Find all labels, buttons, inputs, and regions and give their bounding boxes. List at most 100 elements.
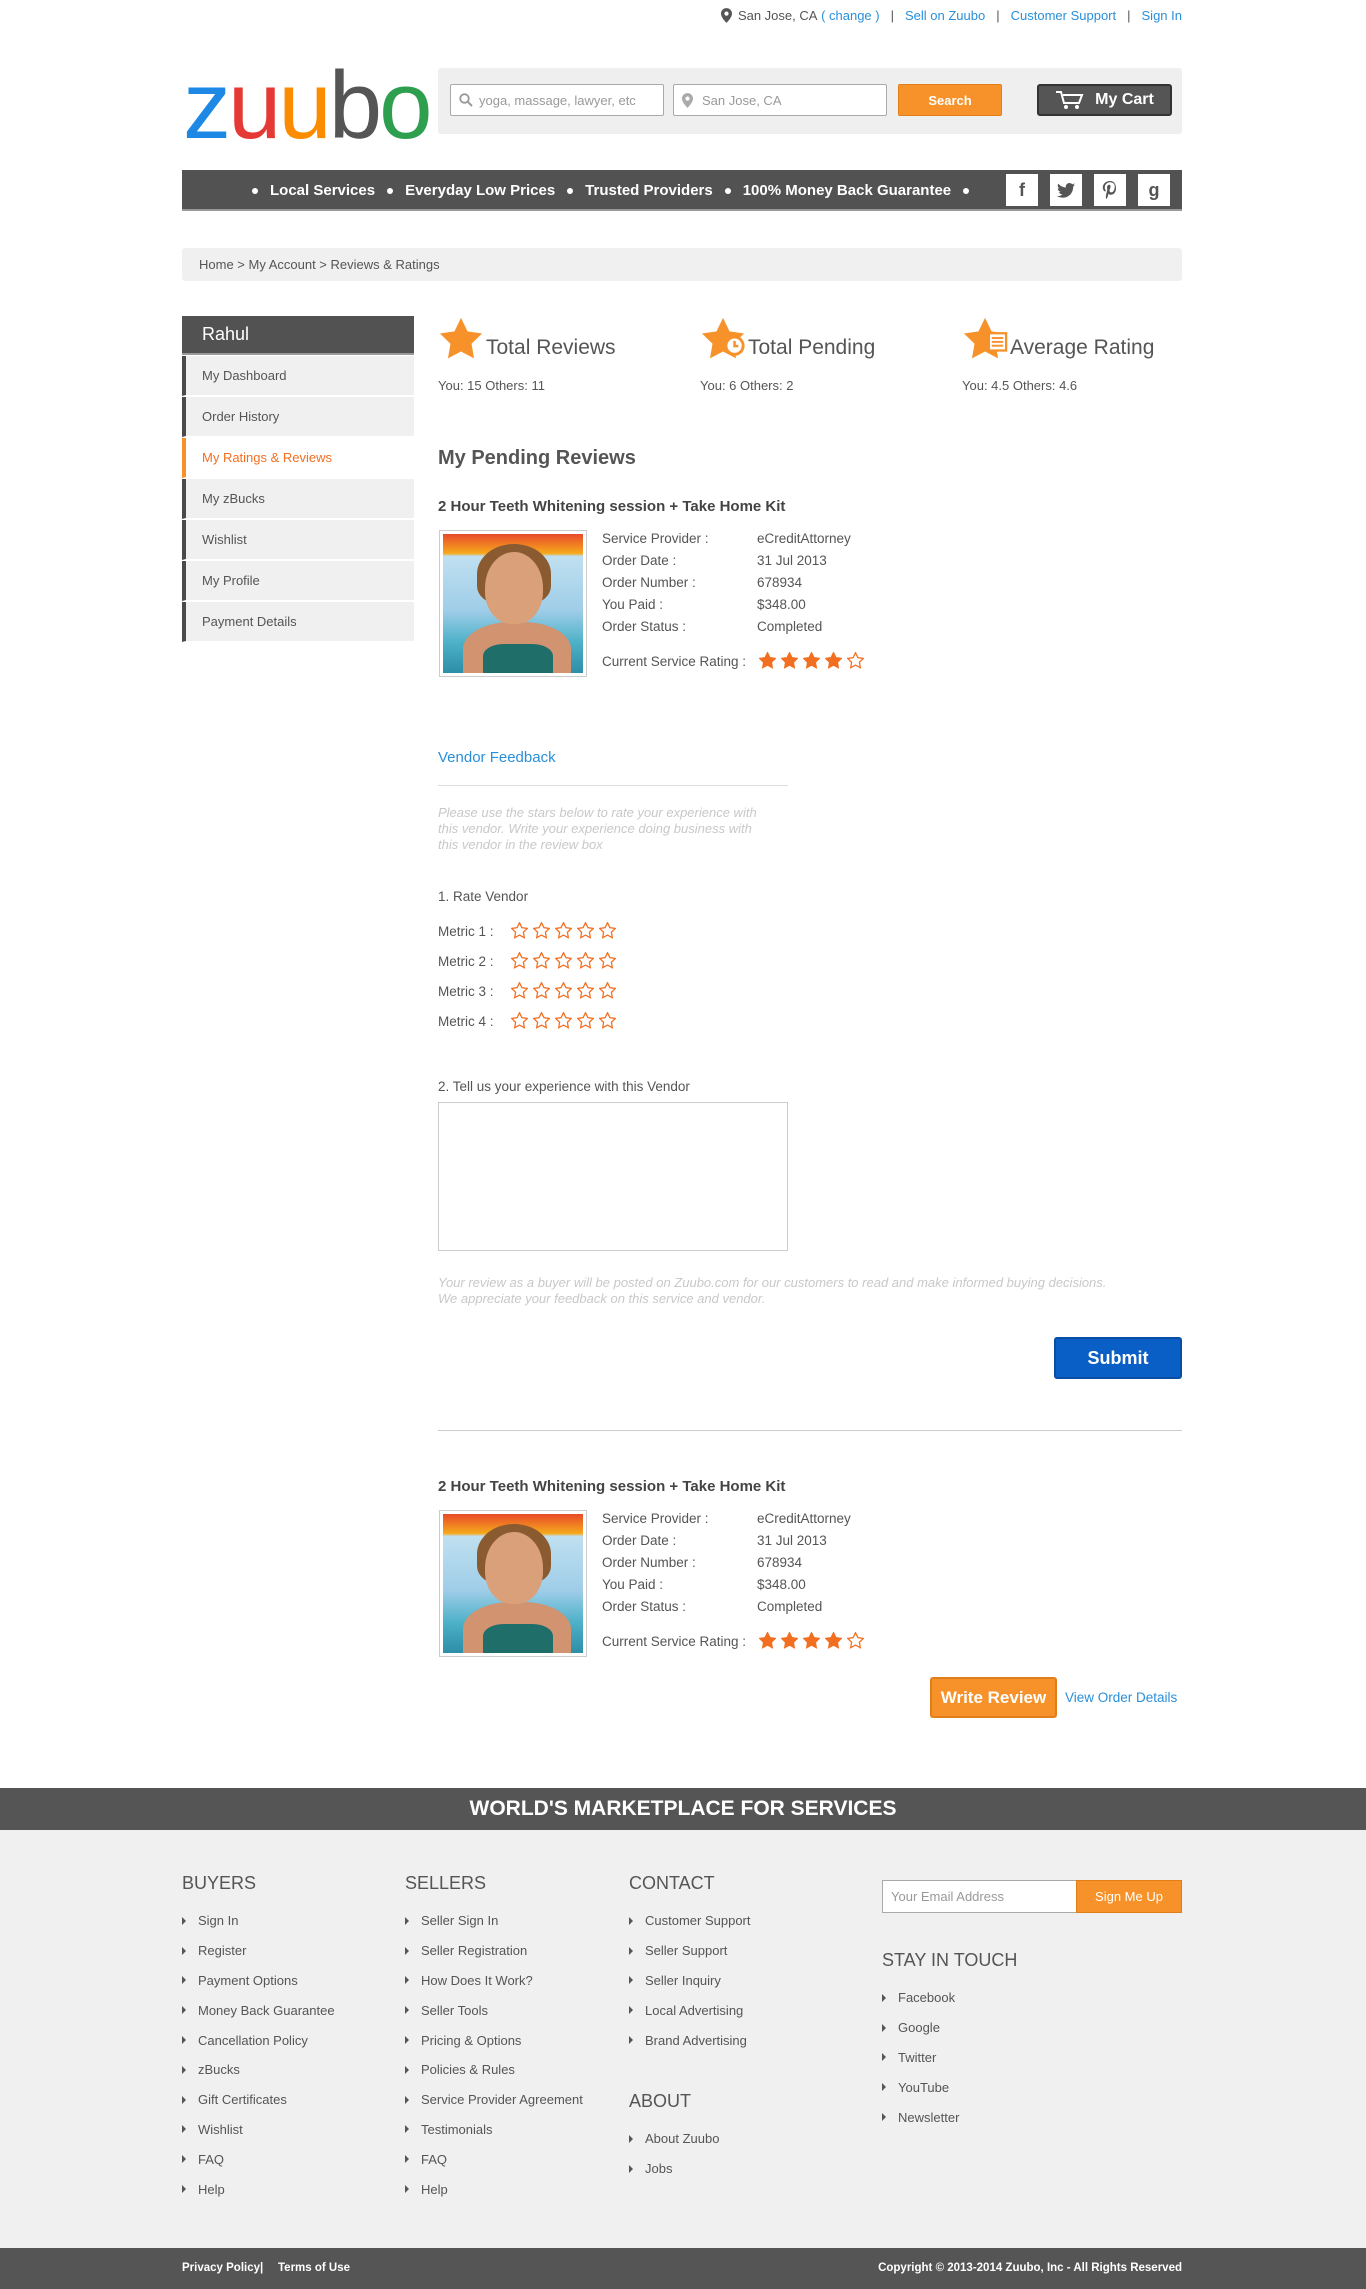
my-cart-button[interactable]: My Cart <box>1037 84 1172 116</box>
star-empty-icon <box>555 922 572 939</box>
order-title[interactable]: 2 Hour Teeth Whitening session + Take Ho… <box>438 498 785 515</box>
footer-link[interactable]: Payment Options <box>182 1966 335 1996</box>
sidebar-item-zbucks[interactable]: My zBucks <box>182 479 414 519</box>
sidebar-item-payment-details[interactable]: Payment Details <box>182 602 414 642</box>
metric-3-rating[interactable] <box>511 982 616 999</box>
twitter-icon[interactable] <box>1050 174 1082 206</box>
location-input[interactable]: San Jose, CA <box>673 84 887 116</box>
you-paid-label: You Paid : <box>602 597 664 612</box>
footer-link[interactable]: Policies & Rules <box>405 2055 583 2085</box>
total-pending-detail: You: 6 Others: 2 <box>700 378 794 393</box>
footer-link[interactable]: Seller Tools <box>405 1995 583 2025</box>
facebook-icon[interactable]: f <box>1006 174 1038 206</box>
footer-link[interactable]: Twitter <box>882 2043 1017 2073</box>
order-number-label: Order Number : <box>602 575 696 590</box>
nav-money-back-guarantee[interactable]: 100% Money Back Guarantee <box>743 182 951 199</box>
footer-link[interactable]: zBucks <box>182 2055 335 2085</box>
sidebar-item-wishlist[interactable]: Wishlist <box>182 520 414 560</box>
footer-link[interactable]: YouTube <box>882 2072 1017 2102</box>
order-title[interactable]: 2 Hour Teeth Whitening session + Take Ho… <box>438 1478 785 1495</box>
footer-about-title: ABOUT <box>629 2090 692 2111</box>
view-order-details-link[interactable]: View Order Details <box>1065 1690 1177 1705</box>
footer-link[interactable]: About Zuubo <box>629 2124 751 2154</box>
metric-4-rating[interactable] <box>511 1012 616 1029</box>
footer-link[interactable]: Jobs <box>629 2154 751 2184</box>
sidebar-item-ratings-reviews[interactable]: My Ratings & Reviews <box>182 438 414 478</box>
privacy-policy-link[interactable]: Privacy Policy <box>182 2262 260 2274</box>
star-empty-icon <box>847 1632 864 1649</box>
footer-link[interactable]: Google <box>882 2013 1017 2043</box>
my-cart-label: My Cart <box>1095 91 1154 108</box>
footer-link[interactable]: Money Back Guarantee <box>182 1995 335 2025</box>
nav-local-services[interactable]: Local Services <box>270 182 375 199</box>
zuubo-logo[interactable]: zuubo <box>183 58 433 154</box>
sell-on-zuubo-link[interactable]: Sell on Zuubo <box>905 8 985 23</box>
submit-button[interactable]: Submit <box>1054 1337 1182 1379</box>
star-filled-icon <box>781 652 798 669</box>
footer-link[interactable]: Seller Sign In <box>405 1906 583 1936</box>
footer-link[interactable]: How Does It Work? <box>405 1966 583 1996</box>
terms-of-use-link[interactable]: Terms of Use <box>278 2262 350 2274</box>
disclaimer-line: Your review as a buyer will be posted on… <box>438 1275 1107 1290</box>
divider <box>438 1430 1182 1431</box>
bullet-icon <box>724 187 731 194</box>
footer-link[interactable]: Help <box>182 2174 335 2204</box>
footer-link[interactable]: FAQ <box>405 2144 583 2174</box>
footer-link[interactable]: Wishlist <box>182 2115 335 2145</box>
footer-link[interactable]: Seller Inquiry <box>629 1966 751 1996</box>
star-empty-icon <box>555 982 572 999</box>
footer-link[interactable]: Newsletter <box>882 2102 1017 2132</box>
sidebar-item-profile[interactable]: My Profile <box>182 561 414 601</box>
order-status-label: Order Status : <box>602 619 687 634</box>
search-input[interactable]: yoga, massage, lawyer, etc <box>450 84 664 116</box>
footer-link[interactable]: Service Provider Agreement <box>405 2085 583 2115</box>
footer-link[interactable]: Gift Certificates <box>182 2085 335 2115</box>
sign-me-up-button[interactable]: Sign Me Up <box>1076 1880 1182 1913</box>
order-photo[interactable] <box>439 530 587 677</box>
star-filled-icon <box>825 1632 842 1649</box>
you-paid-value: $348.00 <box>757 597 806 612</box>
footer-link[interactable]: Facebook <box>882 1983 1017 2013</box>
footer-link[interactable]: Seller Registration <box>405 1936 583 1966</box>
footer-link[interactable]: FAQ <box>182 2144 335 2174</box>
order-photo[interactable] <box>439 1510 587 1657</box>
bullet-icon <box>963 187 970 194</box>
sign-in-link[interactable]: Sign In <box>1142 8 1182 23</box>
sidebar-item-dashboard[interactable]: My Dashboard <box>182 356 414 396</box>
newsletter-email-input[interactable]: Your Email Address <box>882 1880 1077 1913</box>
pinterest-icon[interactable] <box>1094 174 1126 206</box>
footer-link[interactable]: Local Advertising <box>629 1995 751 2025</box>
search-icon <box>459 93 473 107</box>
metric-2-rating[interactable] <box>511 952 616 969</box>
total-reviews-detail: You: 15 Others: 11 <box>438 378 545 393</box>
footer-link[interactable]: Brand Advertising <box>629 2025 751 2055</box>
footer-link[interactable]: Register <box>182 1936 335 1966</box>
order-number-label: Order Number : <box>602 1555 696 1570</box>
footer-link[interactable]: Help <box>405 2174 583 2204</box>
feedback-hint-line: this vendor. Write your experience doing… <box>438 821 752 836</box>
write-review-button[interactable]: Write Review <box>930 1677 1057 1718</box>
star-icon <box>439 317 483 359</box>
footer-link[interactable]: Testimonials <box>405 2115 583 2145</box>
nav-everyday-low-prices[interactable]: Everyday Low Prices <box>405 182 555 199</box>
star-empty-icon <box>847 652 864 669</box>
bullet-icon <box>387 187 394 194</box>
star-filled-icon <box>803 652 820 669</box>
footer-link[interactable]: Seller Support <box>629 1936 751 1966</box>
location-input-placeholder: San Jose, CA <box>702 92 782 108</box>
experience-textarea[interactable] <box>438 1102 788 1251</box>
footer-link[interactable]: Pricing & Options <box>405 2025 583 2055</box>
nav-trusted-providers[interactable]: Trusted Providers <box>585 182 713 199</box>
search-button[interactable]: Search <box>898 84 1002 116</box>
sidebar-item-order-history[interactable]: Order History <box>182 397 414 437</box>
footer-sellers: SELLERS Seller Sign In Seller Registrati… <box>405 1873 583 2204</box>
change-location-link[interactable]: ( change ) <box>821 8 880 23</box>
footer-link[interactable]: Cancellation Policy <box>182 2025 335 2055</box>
location-indicator: San Jose, CA ( change ) <box>720 8 880 23</box>
customer-support-link[interactable]: Customer Support <box>1011 8 1117 23</box>
google-plus-icon[interactable]: g <box>1138 174 1170 206</box>
footer-link[interactable]: Sign In <box>182 1906 335 1936</box>
provider-label: Service Provider : <box>602 1511 709 1526</box>
footer-link[interactable]: Customer Support <box>629 1906 751 1936</box>
metric-1-rating[interactable] <box>511 922 616 939</box>
